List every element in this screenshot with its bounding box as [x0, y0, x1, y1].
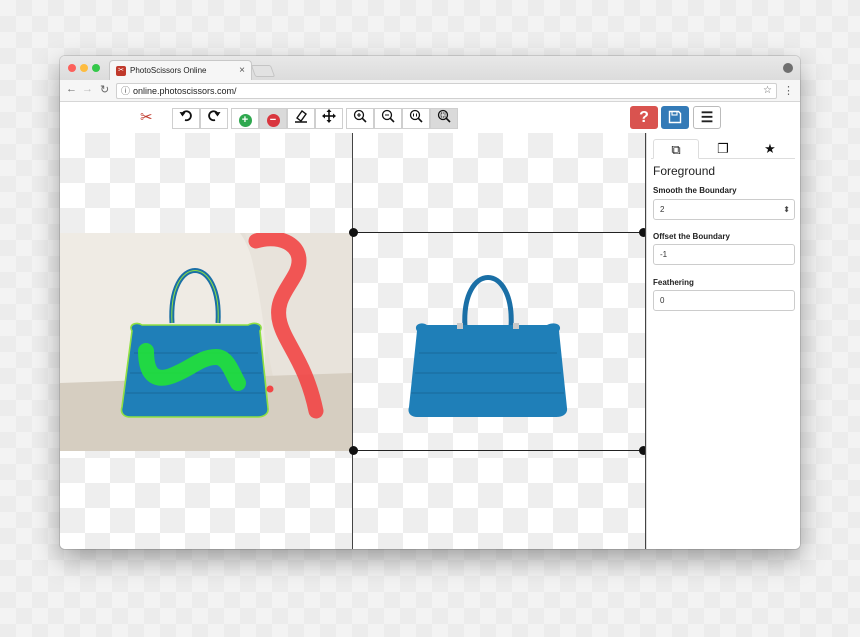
url-input[interactable]: ⓘ online.photoscissors.com/ ☆: [116, 83, 777, 99]
tab-background[interactable]: ❐: [700, 139, 746, 159]
undo-button[interactable]: [172, 108, 200, 129]
foreground-marker-button[interactable]: +: [231, 108, 259, 129]
settings-panel: ⧉ ❐ ★ Foreground Smooth the Boundary 2 ⬍…: [646, 133, 800, 549]
offset-boundary-value: -1: [660, 250, 668, 259]
close-window-button[interactable]: [68, 64, 76, 72]
zoom-fit-icon: [437, 109, 451, 123]
panel-section-title: Foreground: [653, 164, 716, 178]
back-arrow-icon[interactable]: ←: [66, 83, 77, 95]
zoom-out-button[interactable]: [374, 108, 402, 129]
redo-icon: [208, 110, 221, 122]
feathering-value: 0: [660, 296, 665, 305]
tab-close-icon[interactable]: ×: [239, 65, 245, 76]
smooth-boundary-select[interactable]: 2 ⬍: [653, 199, 795, 220]
zoom-actual-size-button[interactable]: [402, 108, 430, 129]
zoom-fit-button[interactable]: [430, 108, 458, 129]
crop-handle-top-left[interactable]: [349, 228, 358, 237]
url-text: online.photoscissors.com/: [133, 86, 237, 96]
browser-tab[interactable]: ✂ PhotoScissors Online ×: [109, 60, 252, 80]
photoscissors-favicon-icon: ✂: [116, 66, 126, 76]
zoom-actual-size-icon: [409, 109, 423, 123]
help-button[interactable]: ?: [630, 106, 658, 129]
smooth-boundary-value: 2: [660, 205, 665, 214]
hamburger-menu-icon: ☰: [700, 109, 714, 125]
profile-icon[interactable]: [783, 63, 793, 73]
menu-button[interactable]: ☰: [693, 106, 721, 129]
pan-button[interactable]: [315, 108, 343, 129]
original-photo-graphic: [60, 233, 352, 451]
tab-foreground[interactable]: ⧉: [653, 139, 699, 159]
maximize-window-button[interactable]: [92, 64, 100, 72]
save-button[interactable]: [661, 106, 689, 129]
zoom-in-button[interactable]: [346, 108, 374, 129]
bookmark-star-icon[interactable]: ☆: [763, 84, 772, 98]
crop-handle-bottom-left[interactable]: [349, 446, 358, 455]
original-image-pane[interactable]: [60, 133, 352, 549]
forward-arrow-icon[interactable]: →: [82, 83, 93, 95]
app-toolbar: ✂ + − ? ☰: [60, 103, 800, 133]
offset-boundary-input[interactable]: -1: [653, 244, 795, 265]
zoom-out-icon: [381, 109, 395, 123]
result-pane[interactable]: [349, 133, 648, 549]
zoom-in-icon: [353, 109, 367, 123]
minimize-window-button[interactable]: [80, 64, 88, 72]
title-bar: ✂ PhotoScissors Online ×: [60, 56, 800, 80]
info-icon[interactable]: ⓘ: [121, 84, 130, 98]
question-mark-icon: ?: [639, 109, 649, 126]
feathering-input[interactable]: 0: [653, 290, 795, 311]
redo-button[interactable]: [200, 108, 228, 129]
floppy-disk-icon: [668, 110, 682, 124]
feathering-label: Feathering: [653, 278, 694, 287]
background-marker-button[interactable]: −: [259, 108, 287, 129]
panel-tabs: ⧉ ❐ ★: [651, 139, 795, 159]
plus-circle-icon: +: [238, 114, 252, 127]
browser-window: ✂ PhotoScissors Online × ← → ↻ ⓘ online.…: [60, 56, 800, 549]
foreground-layers-icon: ⧉: [671, 142, 681, 157]
undo-icon: [179, 110, 192, 122]
photoscissors-logo-icon: ✂: [140, 109, 153, 126]
star-icon: ★: [764, 141, 776, 156]
workspace: [60, 133, 648, 549]
new-tab-button[interactable]: [250, 65, 276, 77]
eraser-button[interactable]: [287, 108, 315, 129]
select-updown-icon: ⬍: [783, 205, 790, 214]
minus-circle-icon: −: [266, 114, 280, 127]
smooth-boundary-label: Smooth the Boundary: [653, 186, 737, 195]
tab-title: PhotoScissors Online: [130, 66, 207, 75]
vertical-dots-icon[interactable]: ⋮: [783, 84, 794, 97]
eraser-icon: [295, 110, 307, 123]
background-layers-icon: ❐: [717, 141, 729, 156]
offset-boundary-label: Offset the Boundary: [653, 232, 730, 241]
crop-frame[interactable]: [353, 232, 645, 451]
tab-favorites[interactable]: ★: [747, 139, 793, 159]
original-photo[interactable]: [60, 233, 352, 451]
address-bar: ← → ↻ ⓘ online.photoscissors.com/ ☆ ⋮: [60, 80, 800, 102]
move-arrows-icon: [322, 109, 336, 123]
reload-icon[interactable]: ↻: [100, 83, 109, 96]
